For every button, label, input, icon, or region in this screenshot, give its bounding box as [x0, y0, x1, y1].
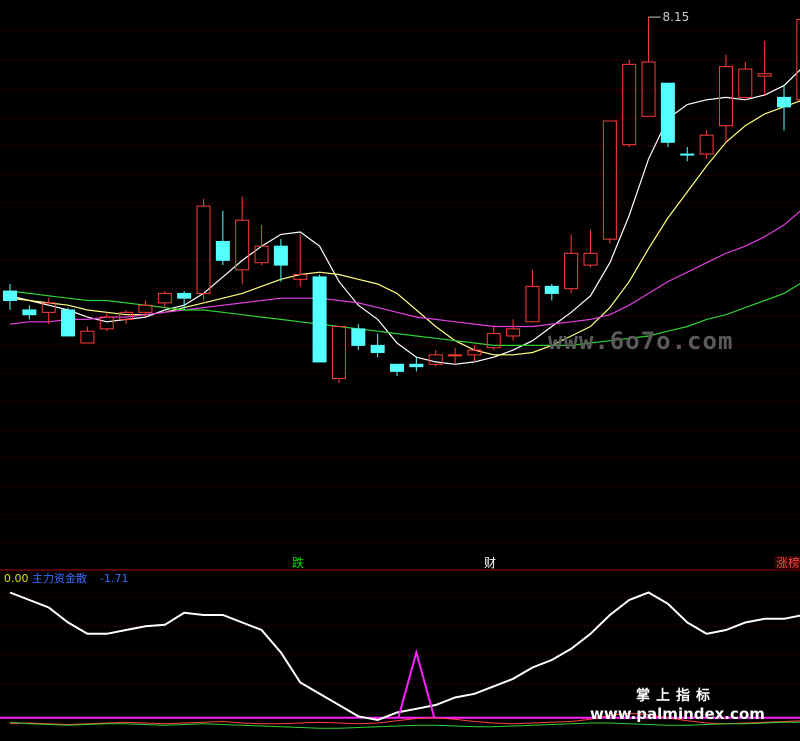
candle-body [273, 245, 288, 266]
candle-body [680, 153, 695, 156]
candle-body [641, 61, 656, 117]
indicator-reading: -1.71 [100, 572, 129, 585]
candle-body [409, 363, 424, 368]
candle-body [157, 292, 172, 304]
max-price-marker: 8.15 [648, 10, 690, 24]
signal-label-wealth: 财 [484, 556, 497, 570]
candle-body [351, 328, 366, 346]
indicator-name: 主力资金散 [32, 572, 87, 585]
candle-body [602, 120, 617, 240]
candle-body [312, 276, 327, 363]
candle-body [622, 63, 637, 146]
candle-body [448, 354, 463, 357]
stock-chart: 8.15 [0, 10, 800, 729]
watermark-site: www.6o7o.com [548, 327, 734, 355]
indicator-value-label: 0.00 [4, 572, 29, 585]
candle-body [777, 96, 791, 108]
candle-body [99, 316, 114, 330]
candle-body [738, 68, 753, 98]
candle-body [544, 285, 559, 294]
watermark-brand: 掌上指标 [636, 688, 716, 704]
candle-body [3, 290, 17, 302]
moving-average-line [9, 210, 800, 328]
candle-body [61, 309, 76, 337]
signal-label-fall: 跌 [292, 556, 305, 570]
candle-body [331, 326, 346, 379]
candle-body [390, 363, 404, 372]
candle-body [177, 292, 192, 299]
candle-body [718, 66, 733, 127]
candle-body [370, 344, 385, 353]
indicator-sub-line [9, 721, 800, 729]
candle-body [660, 82, 675, 143]
candle-body [564, 252, 579, 290]
max-price-label: 8.15 [663, 10, 690, 24]
candle-body [215, 240, 230, 261]
candle-body [506, 328, 521, 337]
candle-body [196, 205, 211, 294]
candle-body [22, 309, 37, 316]
signal-label-rise: 涨榜 [774, 556, 800, 570]
candle-body [699, 134, 714, 155]
candle-body [80, 330, 95, 344]
candle-body [583, 252, 598, 266]
candle-body [235, 219, 250, 271]
watermark-url: www.palmindex.com [590, 705, 765, 723]
candle-body [757, 73, 772, 77]
